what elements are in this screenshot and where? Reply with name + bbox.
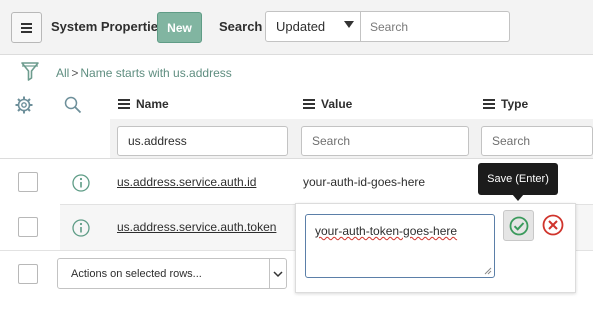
check-circle-icon (509, 216, 528, 235)
filter-icon[interactable] (20, 60, 40, 82)
column-header-value[interactable]: Value (303, 97, 352, 111)
column-header-type[interactable]: Type (483, 97, 528, 111)
select-all-checkbox[interactable] (18, 264, 38, 284)
row-value: your-auth-id-goes-here (303, 175, 426, 189)
search-icon[interactable] (64, 96, 82, 114)
close-circle-icon (542, 214, 564, 236)
info-icon[interactable] (72, 174, 90, 192)
page-title: System Properties (51, 19, 166, 34)
gear-icon[interactable] (15, 96, 33, 114)
breadcrumb-separator: > (71, 66, 79, 80)
row-name-link[interactable]: us.address.service.auth.token (117, 220, 276, 234)
search-field-select[interactable]: Updated (265, 11, 361, 42)
name-column-search[interactable] (117, 126, 288, 156)
breadcrumb-all[interactable]: All (56, 66, 69, 80)
tooltip-arrow (512, 194, 524, 201)
breadcrumb: All > Name starts with us.address (56, 66, 232, 80)
actions-dropdown[interactable]: Actions on selected rows... (57, 258, 287, 289)
column-menu-icon[interactable] (303, 99, 315, 109)
column-label-name: Name (136, 97, 169, 111)
search-label: Search (219, 19, 263, 34)
chevron-down-icon (269, 259, 286, 288)
caret-down-icon (344, 21, 354, 28)
save-button[interactable] (503, 210, 534, 241)
resize-grip-icon[interactable] (484, 267, 492, 275)
cancel-button[interactable] (540, 212, 566, 238)
type-column-search[interactable] (481, 126, 593, 156)
new-button[interactable]: New (157, 12, 202, 43)
editor-value: your-auth-token-goes-here (315, 224, 458, 238)
save-tooltip: Save (Enter) (478, 163, 558, 195)
actions-dropdown-label: Actions on selected rows... (71, 268, 202, 280)
hamburger-icon[interactable] (11, 12, 42, 43)
column-menu-icon[interactable] (483, 99, 495, 109)
column-label-type: Type (501, 97, 529, 111)
breadcrumb-condition[interactable]: Name starts with us.address (80, 66, 231, 80)
value-column-search[interactable] (301, 126, 469, 156)
value-editor-textarea[interactable]: your-auth-token-goes-here (305, 214, 495, 278)
row-name-link[interactable]: us.address.service.auth.id (117, 175, 256, 189)
search-field-selected: Updated (276, 19, 326, 34)
column-label-value: Value (321, 97, 353, 111)
list-header: System Properties New Search Updated (0, 0, 593, 55)
row-checkbox[interactable] (18, 217, 38, 237)
search-input[interactable] (360, 11, 510, 42)
row-checkbox[interactable] (18, 172, 38, 192)
info-icon[interactable] (72, 219, 90, 237)
column-menu-icon[interactable] (118, 99, 130, 109)
column-header-name[interactable]: Name (118, 97, 169, 111)
